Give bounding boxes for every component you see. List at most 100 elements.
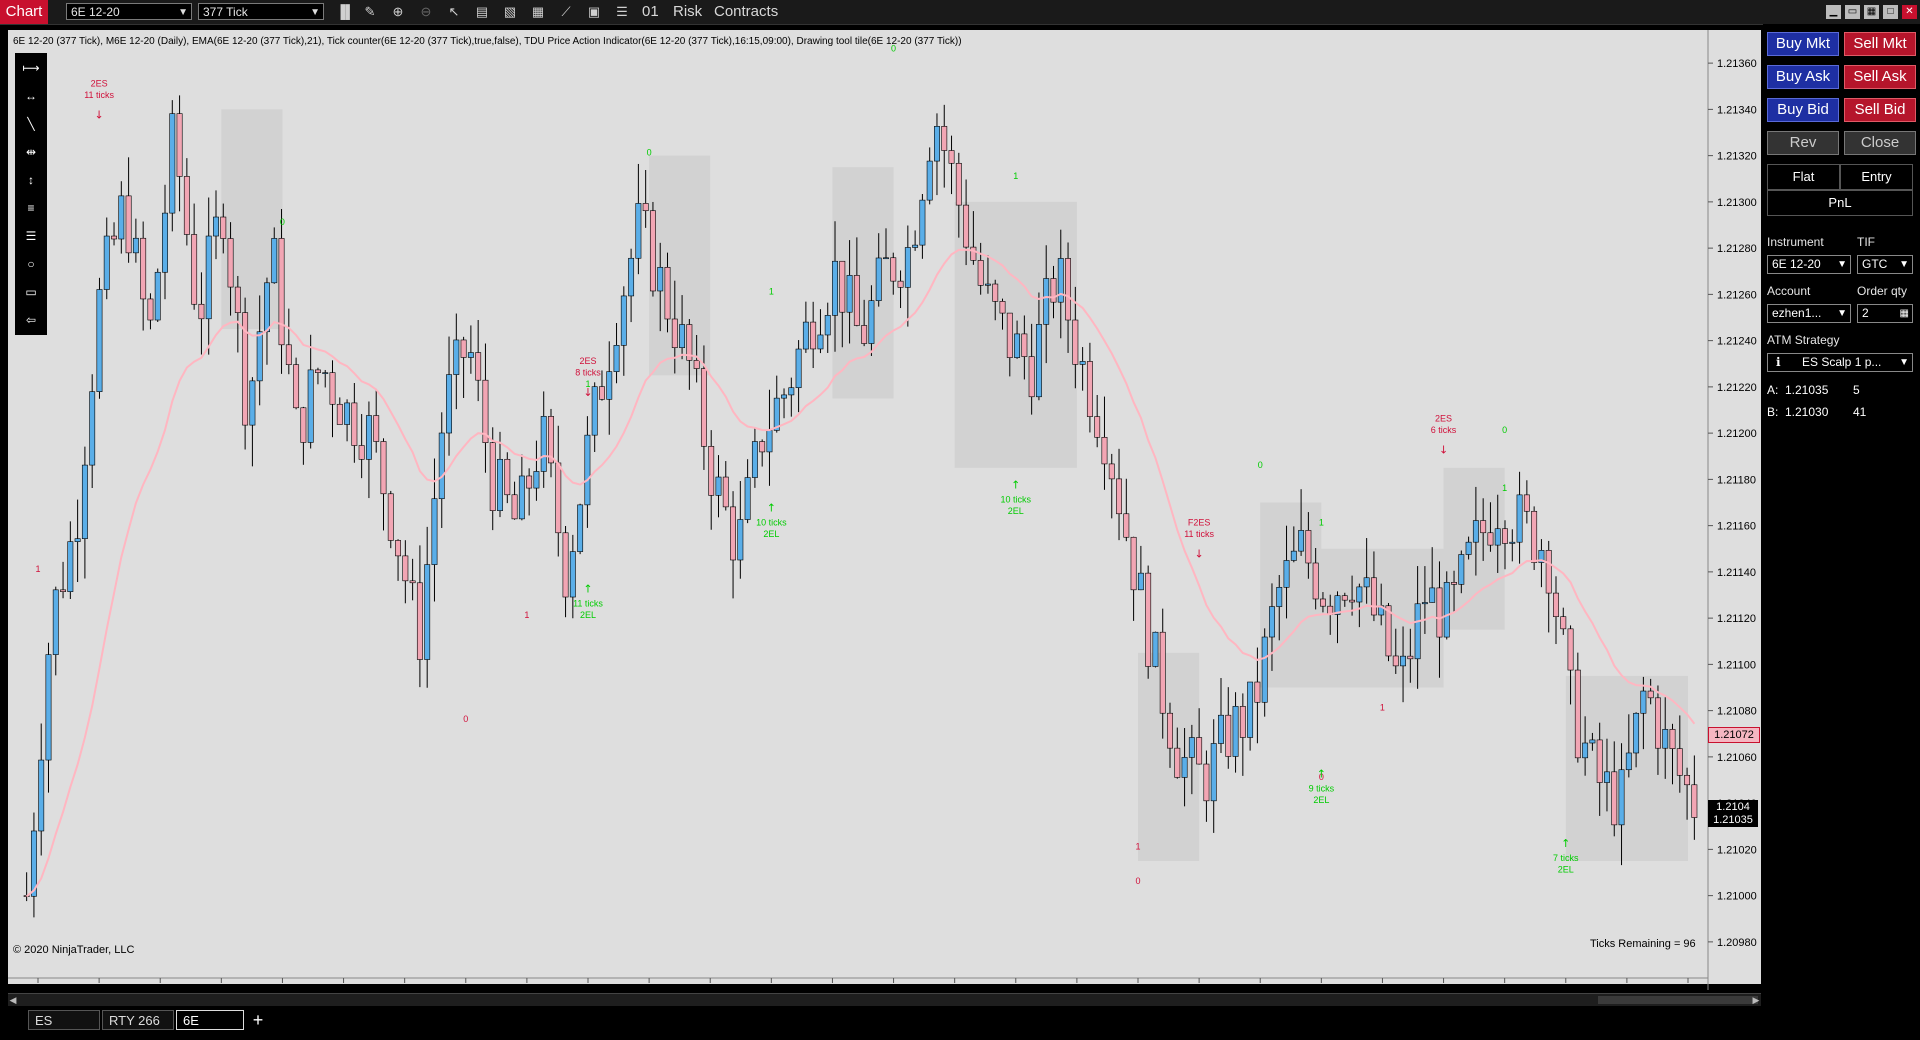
add-tab-icon[interactable]: +	[246, 1010, 270, 1030]
entry-button[interactable]: Entry	[1840, 164, 1913, 190]
last-price-tag: 1.2104	[1708, 800, 1758, 814]
templates-icon[interactable]: ▧	[502, 4, 518, 20]
instrument-selector[interactable]: 6E 12-20 ▼	[66, 3, 192, 20]
flat-button[interactable]: Flat	[1767, 164, 1840, 190]
account-label: Account	[1767, 284, 1811, 298]
data-box-icon[interactable]: ▤	[474, 4, 490, 20]
signal-label: 2EL	[1558, 865, 1574, 875]
order-qty-label: Order qty	[1857, 284, 1908, 298]
vertical-line-icon[interactable]: ↕	[21, 171, 41, 189]
x-tick-label: 08:34	[696, 988, 724, 990]
signal-label: 2ES	[579, 356, 596, 366]
time-range-box	[1260, 502, 1322, 688]
buy-market-button[interactable]: Buy Mkt	[1767, 32, 1839, 56]
instrument-select[interactable]: 6E 12-20 ▼	[1767, 255, 1851, 274]
candle-body	[992, 283, 999, 302]
candle-body	[533, 471, 540, 489]
candle-body	[635, 203, 642, 259]
reverse-button[interactable]: Rev	[1767, 131, 1839, 155]
restore-icon[interactable]: ▭	[1845, 5, 1860, 19]
tab-number[interactable]: 01	[642, 3, 659, 21]
sell-ask-button[interactable]: Sell Ask	[1844, 65, 1916, 89]
calculator-icon[interactable]: ▦	[1900, 305, 1909, 322]
candle-body	[1159, 631, 1166, 714]
chart-label[interactable]: Chart	[0, 0, 48, 24]
sell-bid-button[interactable]: Sell Bid	[1844, 98, 1916, 122]
candle-body	[198, 303, 205, 320]
candle-body	[985, 283, 991, 286]
tif-select[interactable]: GTC ▼	[1857, 255, 1913, 274]
close-position-button[interactable]: Close	[1844, 131, 1916, 155]
info-icon[interactable]: ℹ	[1776, 354, 1781, 371]
chevron-down-icon: ▼	[1837, 259, 1847, 270]
tab-6e[interactable]: 6E	[176, 1010, 244, 1030]
close-icon[interactable]: ✕	[1902, 5, 1917, 19]
interval-selector[interactable]: 377 Tick ▼	[198, 3, 324, 20]
zoom-out-icon[interactable]: ⊖	[418, 4, 434, 20]
candle-body	[249, 380, 256, 426]
extended-line-icon[interactable]: ↔	[21, 87, 41, 105]
scroll-thumb[interactable]	[1598, 996, 1758, 1004]
rectangle-icon[interactable]: ▭	[21, 283, 41, 301]
price-chart[interactable]: 1.21360 1.21340 1.21320 1.21300 1.21280 1.212…	[8, 30, 1761, 990]
bars-icon[interactable]: ▐▌	[336, 4, 354, 20]
candle-body	[832, 260, 838, 316]
minimize-icon[interactable]: ▁	[1826, 5, 1841, 19]
sell-market-button[interactable]: Sell Mkt	[1844, 32, 1916, 56]
candle-body	[919, 199, 926, 246]
signal-label: 2ES	[91, 78, 108, 88]
candle-body	[1167, 712, 1173, 749]
fibonacci-icon[interactable]: ≡	[21, 199, 41, 217]
candle-body	[708, 446, 715, 496]
candle-body	[591, 386, 598, 436]
risk-button[interactable]: Risk	[673, 3, 702, 21]
signal-label: 11 ticks	[1184, 529, 1214, 539]
y-tick-label: 1.21280	[1717, 243, 1757, 255]
buy-ask-button[interactable]: Buy Ask	[1767, 65, 1839, 89]
candle-body	[365, 415, 372, 460]
candle-body	[824, 315, 831, 336]
scroll-left-icon[interactable]: ◀	[8, 994, 18, 1006]
strategies-icon[interactable]: ⟋	[558, 4, 574, 20]
x-tick-label: 09:33	[880, 988, 908, 990]
atm-strategy-select[interactable]: ℹ ES Scalp 1 p... ▼	[1767, 353, 1913, 372]
line-icon[interactable]: ╲	[21, 115, 41, 133]
account-select[interactable]: ezhen1... ▼	[1767, 304, 1851, 323]
candle-body	[446, 374, 452, 434]
y-tick-label: 1.21260	[1717, 289, 1757, 301]
pencil-icon[interactable]: ✎	[362, 4, 378, 20]
candle-body	[60, 589, 66, 592]
list-icon[interactable]: ☰	[614, 4, 630, 20]
horizontal-scrollbar[interactable]: ◀ ▶	[8, 993, 1761, 1006]
candle-body	[191, 234, 198, 305]
x-tick-label: 12:44	[1430, 988, 1458, 990]
signal-label: 1	[1380, 703, 1385, 713]
arrow-icon[interactable]: ⇦	[21, 311, 41, 329]
tab-rty[interactable]: RTY 266	[102, 1010, 174, 1030]
tab-es[interactable]: ES	[28, 1010, 100, 1030]
buy-bid-button[interactable]: Buy Bid	[1767, 98, 1839, 122]
properties-icon[interactable]: ▣	[586, 4, 602, 20]
candle-body	[620, 295, 627, 346]
signal-label: 1	[1319, 518, 1324, 528]
candle-body	[875, 257, 882, 301]
tile-icon[interactable]: ▦	[1864, 5, 1879, 19]
indicators-icon[interactable]: ▦	[530, 4, 546, 20]
horizontal-ray-icon[interactable]: ⟼	[21, 59, 41, 77]
order-qty-stepper[interactable]: 2 ▦	[1857, 304, 1913, 323]
ellipse-icon[interactable]: ○	[21, 255, 41, 273]
signal-label: 6 ticks	[1431, 425, 1457, 435]
candle-body	[1247, 681, 1254, 738]
scroll-right-icon[interactable]: ▶	[1751, 994, 1761, 1006]
cursor-icon[interactable]: ↖	[446, 4, 462, 20]
maximize-icon[interactable]: □	[1883, 5, 1898, 19]
chart-panel[interactable]: 1.21360 1.21340 1.21320 1.21300 1.21280 1.212…	[8, 30, 1761, 990]
contracts-button[interactable]: Contracts	[714, 3, 778, 21]
horizontal-line-icon[interactable]: ⇹	[21, 143, 41, 161]
candle-body	[162, 212, 168, 273]
arrow-up-icon: ↑	[1317, 768, 1326, 781]
candle-body	[1633, 712, 1640, 754]
fib-extensions-icon[interactable]: ☰	[21, 227, 41, 245]
zoom-in-icon[interactable]: ⊕	[390, 4, 406, 20]
ticks-remaining-text: Ticks Remaining = 96	[1590, 938, 1696, 950]
